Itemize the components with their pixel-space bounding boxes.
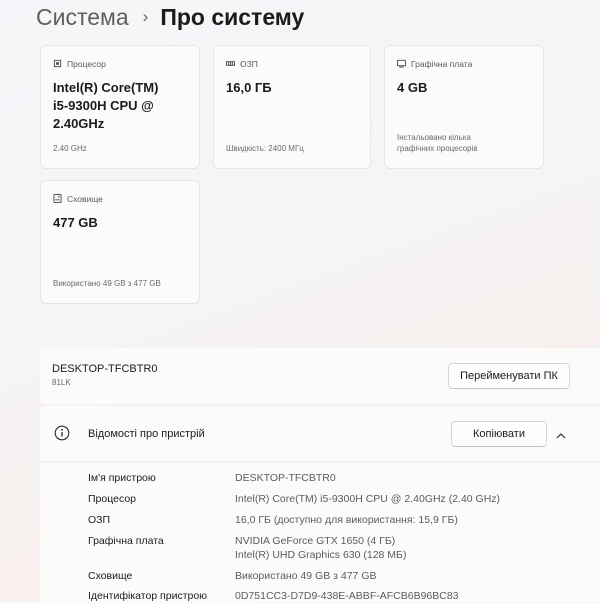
rename-pc-button[interactable]: Перейменувати ПК: [448, 363, 570, 389]
pc-name: DESKTOP-TFCBTR0: [52, 363, 158, 375]
spec-value[interactable]: 16,0 ГБ (доступно для використання: 15,9…: [235, 513, 458, 527]
gpu-card-note: Інстальовано кілька графічних процесорів: [397, 133, 478, 153]
page-title: Про систему: [160, 3, 305, 30]
spec-row-device-name: Ім'я пристрою DESKTOP-TFCBTR0: [88, 471, 336, 485]
spec-label: Сховище: [88, 570, 133, 582]
spec-label: ОЗП: [88, 514, 111, 526]
breadcrumb-system-link[interactable]: Система: [36, 4, 129, 31]
ram-card-value: 16,0 ГБ: [226, 80, 272, 95]
pc-name-row: DESKTOP-TFCBTR0 81LK Перейменувати ПК: [40, 348, 600, 404]
ram-card: ОЗП 16,0 ГБ Швидкість: 2400 МГц: [213, 45, 371, 169]
device-specs-title: Відомості про пристрій: [88, 428, 205, 440]
processor-card: Процесор Intel(R) Core(TM) i5-9300H CPU …: [40, 45, 200, 169]
memory-icon: [226, 55, 235, 73]
spec-label: Процесор: [88, 493, 137, 505]
spec-row-device-id: Ідентифікатор пристрою 0D751CC3-D7D9-438…: [88, 589, 459, 603]
processor-card-speed: 2.40 GHz: [53, 144, 87, 153]
ram-card-label: ОЗП: [240, 59, 258, 69]
spec-row-storage: Сховище Використано 49 GB з 477 GB: [88, 569, 376, 583]
spec-row-processor: Процесор Intel(R) Core(TM) i5-9300H CPU …: [88, 492, 500, 506]
storage-icon: [53, 190, 62, 208]
spec-label: Графічна плата: [88, 535, 164, 547]
gpu-card: Графічна плата 4 GB Інстальовано кілька …: [384, 45, 544, 169]
copy-button[interactable]: Копіювати: [451, 421, 547, 447]
storage-card-usage: Використано 49 GB з 477 GB: [53, 279, 161, 288]
spec-label: Ім'я пристрою: [88, 472, 156, 484]
gpu-card-label: Графічна плата: [411, 59, 473, 69]
cpu-icon: [53, 55, 62, 73]
processor-card-value: Intel(R) Core(TM) i5-9300H CPU @ 2.40GHz: [53, 80, 159, 131]
info-icon: [54, 425, 70, 446]
chevron-up-icon[interactable]: [555, 428, 567, 446]
breadcrumb-separator: ›: [142, 7, 149, 26]
spec-value[interactable]: Використано 49 GB з 477 GB: [235, 569, 376, 583]
spec-label: Ідентифікатор пристрою: [88, 590, 208, 602]
processor-card-label: Процесор: [67, 59, 106, 69]
storage-card: Сховище 477 GB Використано 49 GB з 477 G…: [40, 180, 200, 304]
spec-row-ram: ОЗП 16,0 ГБ (доступно для використання: …: [88, 513, 458, 527]
device-specs-details: Ім'я пристрою DESKTOP-TFCBTR0 Процесор I…: [40, 462, 600, 602]
spec-value[interactable]: 0D751CC3-D7D9-438E-ABBF-AFCB6B96BC83: [235, 589, 459, 603]
spec-value[interactable]: NVIDIA GeForce GTX 1650 (4 ГБ) Intel(R) …: [235, 534, 406, 562]
display-icon: [397, 55, 406, 73]
spec-row-gpu: Графічна плата NVIDIA GeForce GTX 1650 (…: [88, 534, 406, 562]
pc-model: 81LK: [52, 378, 71, 387]
storage-card-value: 477 GB: [53, 215, 98, 230]
gpu-card-value: 4 GB: [397, 80, 428, 95]
storage-card-label: Сховище: [67, 194, 103, 204]
breadcrumb: Система › Про систему: [36, 2, 304, 32]
ram-card-speed: Швидкість: 2400 МГц: [226, 144, 304, 153]
device-specs-header[interactable]: Відомості про пристрій Копіювати: [40, 406, 600, 462]
spec-value[interactable]: DESKTOP-TFCBTR0: [235, 471, 336, 485]
spec-value[interactable]: Intel(R) Core(TM) i5-9300H CPU @ 2.40GHz…: [235, 492, 500, 506]
